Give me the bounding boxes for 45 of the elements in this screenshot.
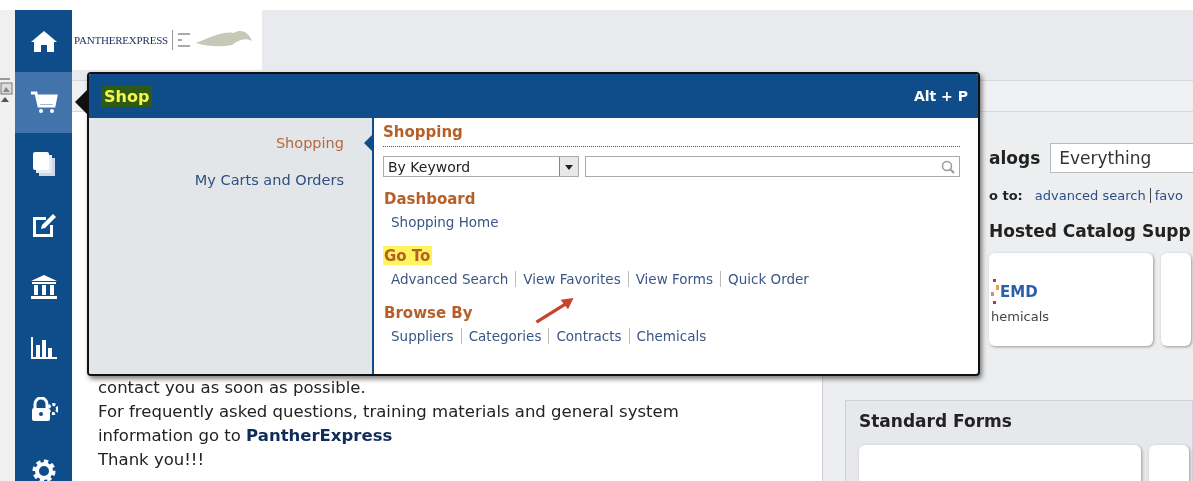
group-heading: Dashboard <box>383 189 477 208</box>
catalogs-label: alogs <box>989 148 1041 168</box>
group-heading: Browse By <box>383 303 474 322</box>
section-title: Hosted Catalog Supp <box>989 221 1192 241</box>
edit-icon <box>30 212 57 239</box>
link[interactable]: Contracts <box>548 328 629 344</box>
link[interactable]: Advanced Search <box>391 271 516 287</box>
link[interactable]: View Favorites <box>515 271 628 287</box>
menu-item[interactable]: My Carts and Orders <box>89 169 372 206</box>
link[interactable]: Shopping Home <box>391 214 506 230</box>
link[interactable]: Chemicals <box>628 328 714 344</box>
flyout-title: Shop <box>101 85 153 107</box>
goto-label: o to: <box>989 188 1023 203</box>
settings-icon <box>30 458 57 481</box>
cart-icon <box>29 90 58 115</box>
shortcut-text: Alt + P <box>913 88 968 104</box>
card-caption: hemicals <box>991 309 1050 324</box>
link[interactable]: View Forms <box>627 271 721 287</box>
search-icon <box>941 159 955 174</box>
link[interactable]: advanced search <box>1030 188 1150 203</box>
section-title: Standard Forms <box>859 411 1013 431</box>
catalog-select[interactable]: Everything <box>1050 143 1193 173</box>
section-title: Shopping <box>383 123 960 147</box>
link[interactable]: Suppliers <box>391 328 461 344</box>
supplier-card[interactable]: EMD hemicals <box>989 253 1153 346</box>
group-heading: Go To <box>383 246 433 265</box>
logo-text: PANTHEREXPRESS <box>74 34 168 46</box>
message-text: Thank you!!! <box>98 449 206 471</box>
caret-icon <box>559 157 578 176</box>
home-icon <box>29 28 58 53</box>
dots-icon <box>991 277 999 307</box>
link[interactable]: Quick Order <box>720 271 816 287</box>
bar-chart-icon <box>29 335 58 362</box>
bank-icon <box>29 273 58 300</box>
documents-icon <box>31 150 56 177</box>
link[interactable]: favo <box>1149 188 1187 203</box>
message-text: contact you as soon as possible. <box>98 377 367 399</box>
lock-gear-icon <box>29 396 58 423</box>
search-mode-select[interactable]: By Keyword <box>383 156 579 177</box>
message-text: For frequently asked questions, training materials and general system information go to PantherExpress <box>98 401 680 447</box>
link[interactable]: Categories <box>460 328 549 344</box>
logo[interactable]: PANTHEREXPRESS <box>72 10 262 70</box>
logo-text: EMD <box>1000 283 1038 301</box>
sidebar-item[interactable] <box>15 71 72 133</box>
search-field[interactable] <box>585 156 960 177</box>
